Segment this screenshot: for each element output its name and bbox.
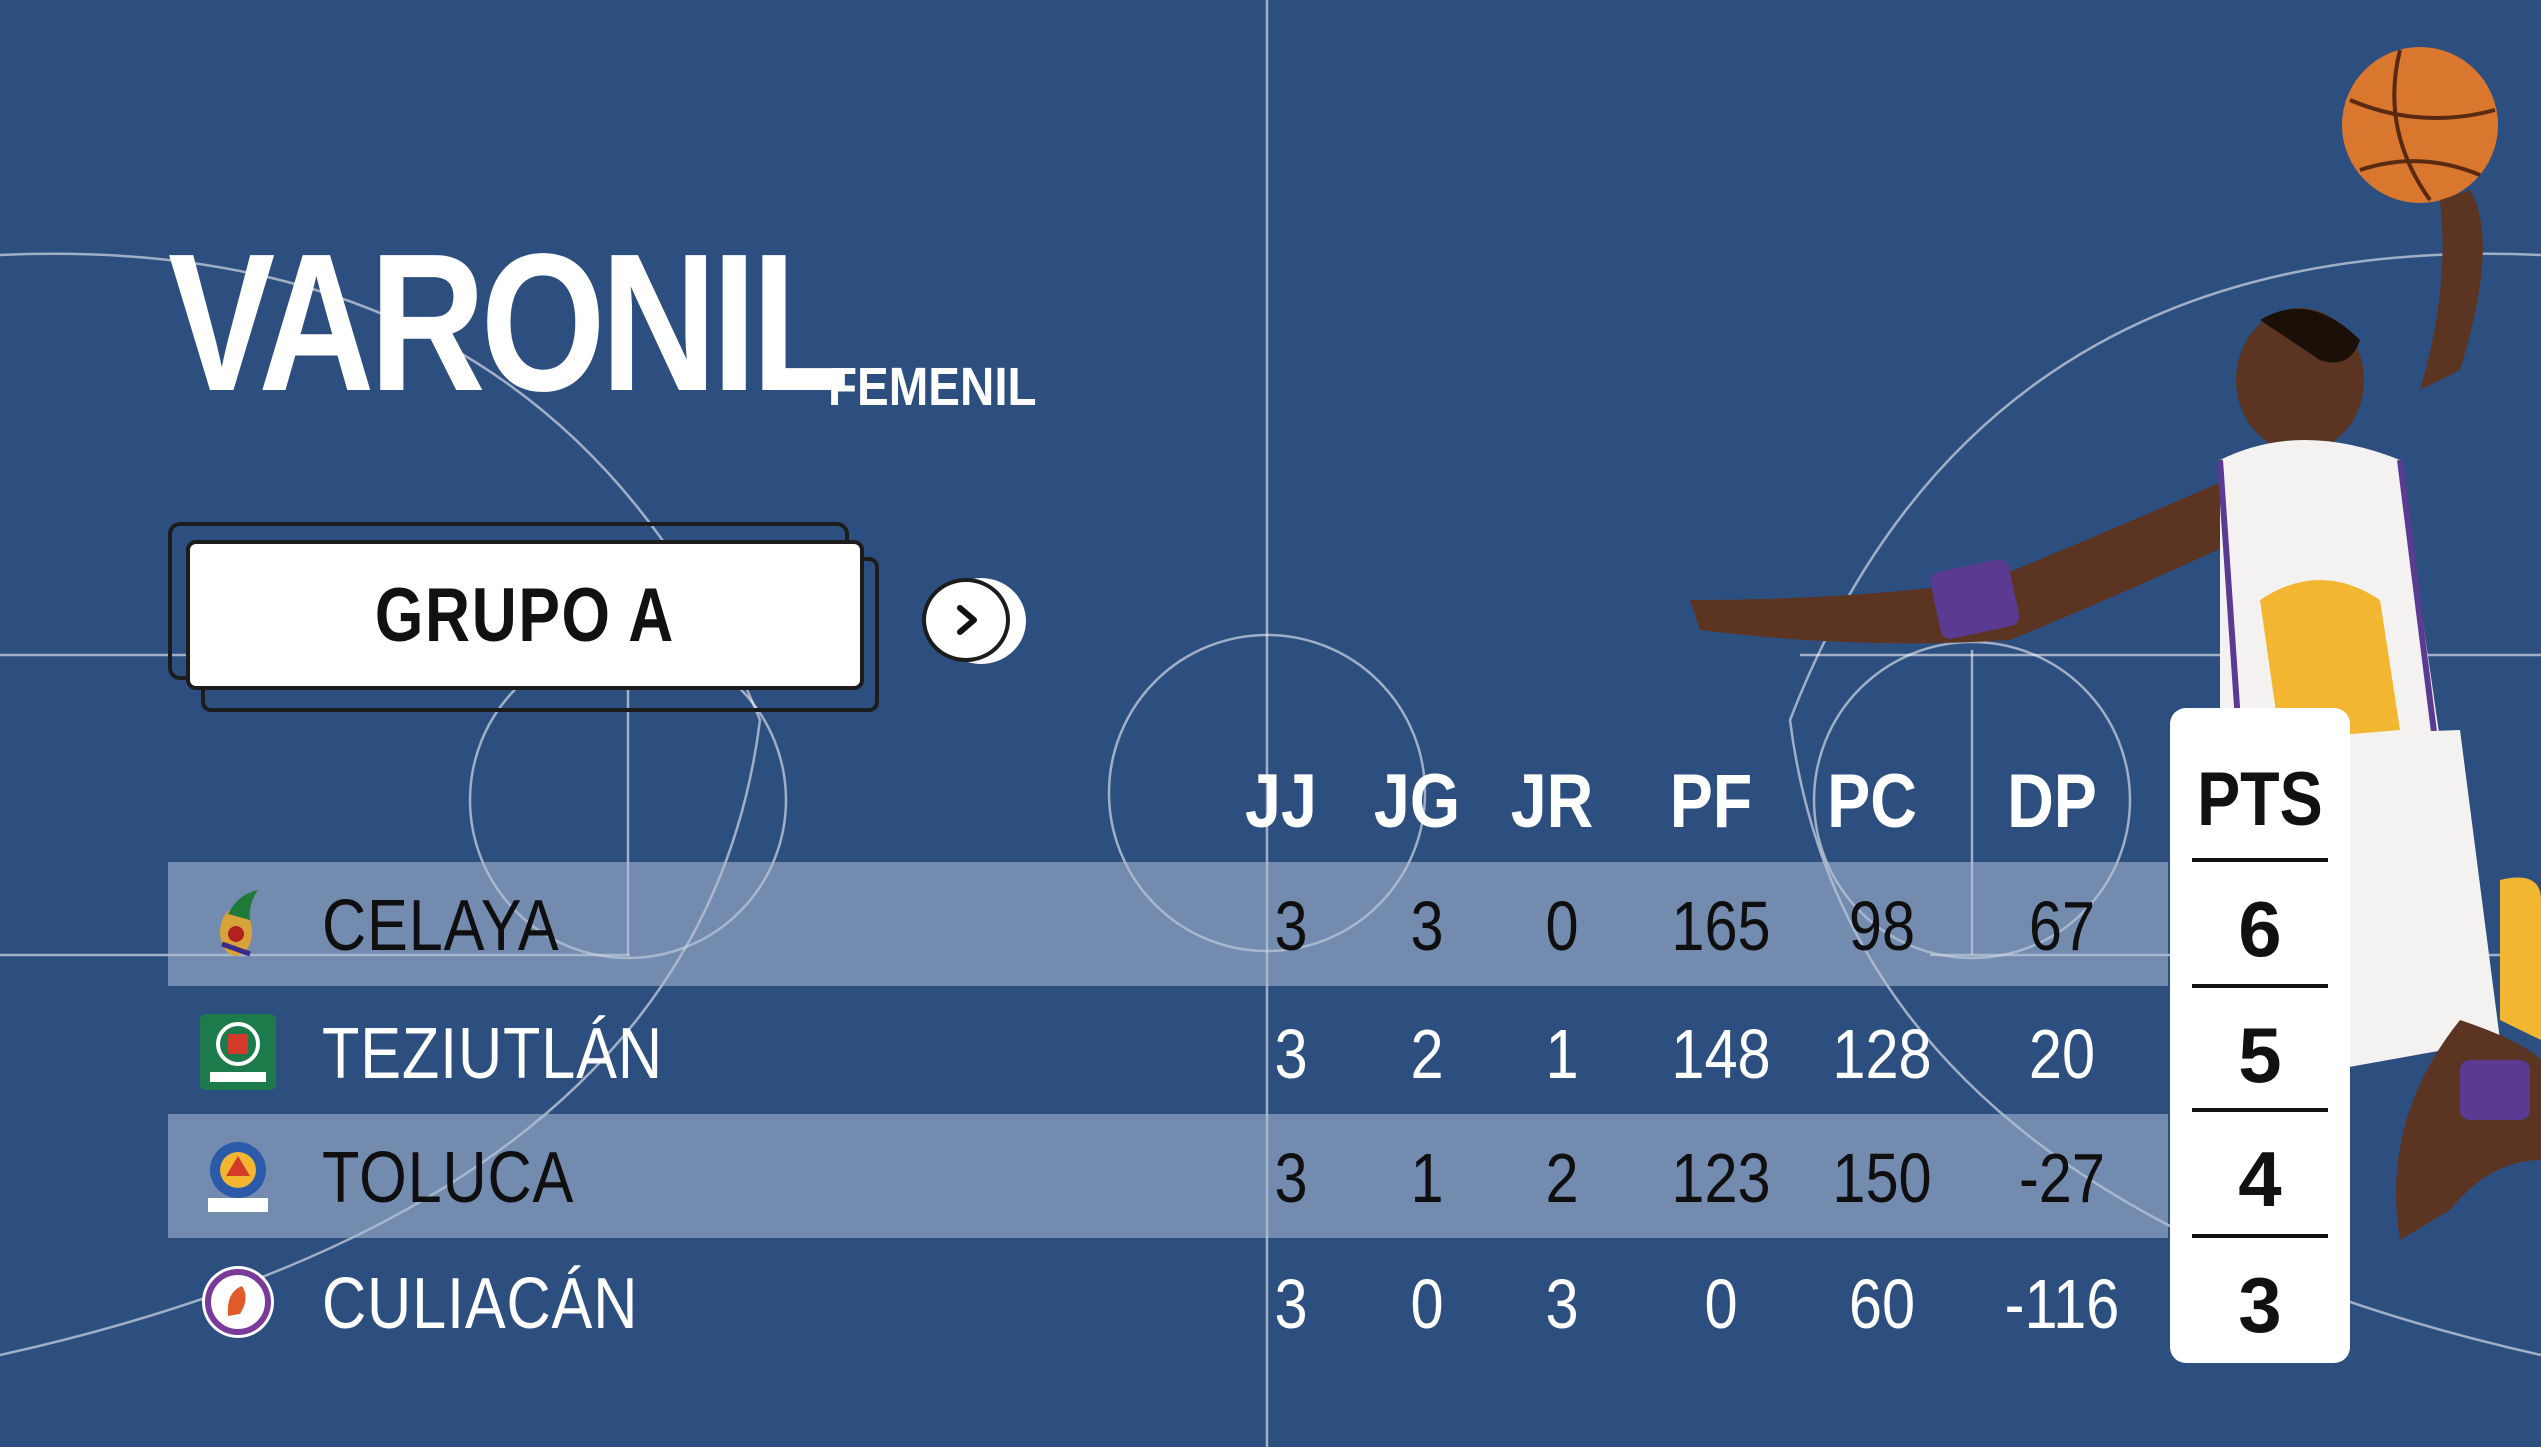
cell-jr: 1	[1545, 1015, 1579, 1093]
cell-jg: 3	[1410, 887, 1444, 965]
divider	[2192, 1108, 2328, 1112]
culiacan-logo	[202, 1266, 274, 1338]
group-label: GRUPO A	[374, 572, 676, 658]
points-value: 3	[2238, 1261, 2282, 1349]
table-row[interactable]: CELAYA 3 3 0 165 98 67	[168, 862, 2168, 986]
divider	[2192, 1234, 2328, 1238]
cell-pf: 165	[1671, 887, 1771, 965]
column-header-dp: DP	[2007, 759, 2097, 844]
points-card: PTS 6 5 4 3	[2170, 708, 2350, 1363]
cell-dp: -27	[2018, 1139, 2105, 1217]
divider	[2192, 858, 2328, 862]
next-button-face[interactable]	[922, 578, 1010, 662]
divider	[2192, 984, 2328, 988]
cell-pf: 148	[1671, 1015, 1771, 1093]
team-name: TEZIUTLÁN	[322, 1014, 663, 1094]
cell-jg: 2	[1410, 1015, 1444, 1093]
cell-jj: 3	[1274, 1265, 1308, 1343]
cell-pf: 0	[1704, 1265, 1738, 1343]
cell-jj: 3	[1274, 1139, 1308, 1217]
cell-jj: 3	[1274, 887, 1308, 965]
category-link-femenil[interactable]: FEMENIL	[828, 360, 1037, 414]
cell-jg: 0	[1410, 1265, 1444, 1343]
column-header-jj: JJ	[1245, 759, 1317, 844]
points-value: 5	[2238, 1011, 2282, 1099]
team-name: CULIACÁN	[322, 1264, 639, 1344]
next-group-button[interactable]	[922, 578, 1026, 664]
celaya-logo	[220, 890, 258, 957]
cell-jr: 3	[1545, 1265, 1579, 1343]
pts-header-label: PTS	[2197, 757, 2323, 842]
column-header-pts: PTS	[2170, 756, 2350, 843]
cell-pc: 128	[1832, 1015, 1932, 1093]
column-header-jg: JG	[1373, 759, 1461, 844]
table-row[interactable]: CULIACÁN 3 0 3 0 60 -116	[168, 1240, 2168, 1364]
page-title: VARONIL	[168, 213, 850, 432]
cell-jg: 1	[1410, 1139, 1444, 1217]
column-header-pf: PF	[1669, 759, 1753, 844]
toluca-logo	[208, 1142, 268, 1212]
cell-pc: 60	[1848, 1265, 1916, 1343]
table-row[interactable]: TOLUCA 3 1 2 123 150 -27	[168, 1114, 2168, 1238]
cell-dp: 20	[2028, 1015, 2096, 1093]
points-value: 4	[2238, 1135, 2282, 1223]
cell-jj: 3	[1274, 1015, 1308, 1093]
table-row[interactable]: TEZIUTLÁN 3 2 1 148 128 20	[168, 990, 2168, 1114]
chevron-right-icon	[957, 605, 977, 635]
points-value: 6	[2238, 885, 2282, 973]
cell-jr: 2	[1545, 1139, 1579, 1217]
team-name: CELAYA	[322, 886, 560, 966]
cell-jr: 0	[1545, 887, 1579, 965]
group-selector[interactable]: GRUPO A	[168, 522, 879, 712]
cell-pc: 150	[1832, 1139, 1932, 1217]
team-name: TOLUCA	[322, 1138, 575, 1218]
cell-pc: 98	[1848, 887, 1916, 965]
cell-pf: 123	[1671, 1139, 1771, 1217]
column-header-jr: JR	[1510, 759, 1594, 844]
cell-dp: 67	[2028, 887, 2096, 965]
column-header-pc: PC	[1827, 759, 1917, 844]
cell-dp: -116	[2004, 1265, 2120, 1343]
group-label-box[interactable]: GRUPO A	[186, 540, 864, 690]
teziutlan-logo	[200, 1014, 276, 1090]
